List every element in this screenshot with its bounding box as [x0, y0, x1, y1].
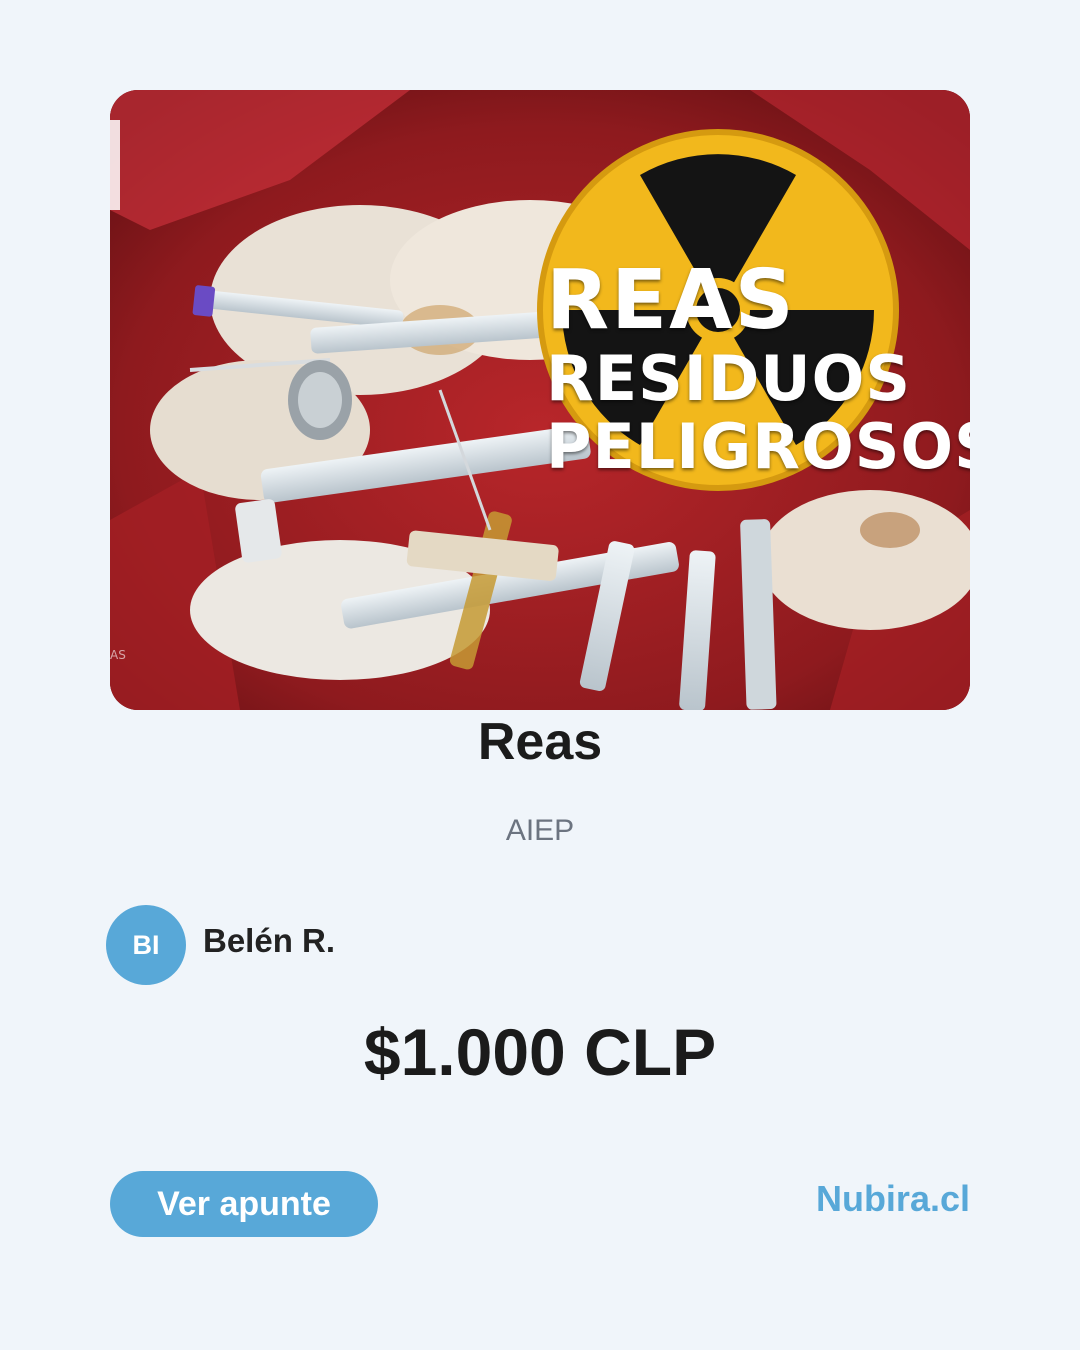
cover-subline-2: PELIGROSOS	[546, 410, 970, 483]
cover-subline-1: RESIDUOS	[546, 342, 911, 415]
cover-corner-mark: AS	[110, 648, 126, 662]
view-note-button[interactable]: Ver apunte	[110, 1171, 378, 1237]
price-label: $1.000 CLP	[363, 1015, 717, 1089]
avatar-initials: BI	[132, 929, 160, 960]
cover-headline-group: REAS RESIDUOS PELIGROSOS	[546, 260, 970, 478]
institution-label: AIEP	[505, 814, 575, 847]
cover-headline: REAS	[546, 253, 796, 348]
note-title: Reas	[477, 713, 603, 771]
author-name: Belén R.	[203, 922, 336, 959]
avatar: BI	[106, 905, 186, 985]
brand-link[interactable]: Nubira.cl	[816, 1178, 970, 1220]
cover-image: REAS RESIDUOS PELIGROSOS AS	[110, 90, 970, 710]
